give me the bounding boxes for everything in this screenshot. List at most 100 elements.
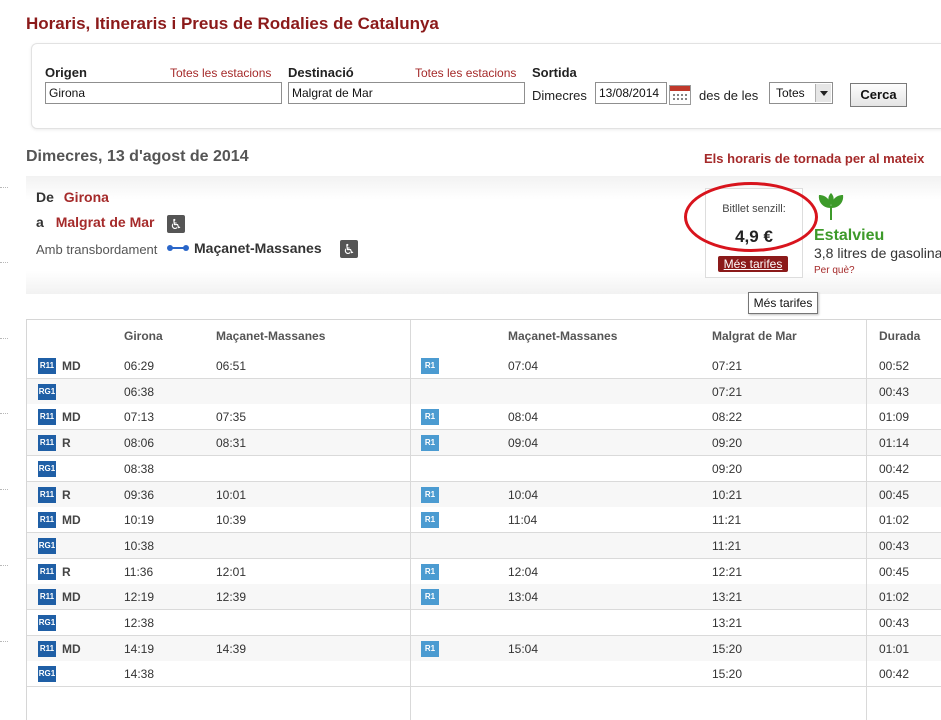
table-row[interactable]: R11 MD 06:29 06:51 R1 07:04 07:21 00:52 (27, 353, 941, 379)
line-badge-transfer: R1 (421, 589, 439, 606)
duration: 01:14 (879, 436, 910, 451)
wheelchair-icon: ♿ (167, 215, 185, 233)
route-from-prefix: De (36, 189, 54, 205)
line-badge: RG1 (38, 537, 56, 554)
duration: 01:09 (879, 410, 910, 425)
search-panel: Origen Totes les estacions Girona Destin… (31, 43, 941, 129)
transfer-departure-time: 15:04 (508, 641, 539, 656)
date-input[interactable]: 13/08/2014 (595, 82, 667, 104)
duration: 00:42 (879, 667, 910, 682)
line-badge: R11 (38, 563, 56, 580)
search-button[interactable]: Cerca (850, 83, 907, 107)
departure-time: 07:13 (124, 410, 155, 425)
time-select[interactable]: Totes (769, 82, 833, 104)
line-badge-transfer: R1 (421, 409, 439, 426)
margin-dash (0, 338, 8, 339)
train-type: MD (62, 590, 81, 605)
duration: 00:43 (879, 616, 910, 630)
line-badge: R11 (38, 358, 56, 374)
table-row[interactable]: RG1 12:38 13:21 00:43 (27, 610, 941, 636)
departure-time: 11:36 (124, 564, 154, 579)
line-badge-transfer: R1 (421, 512, 439, 529)
calendar-icon[interactable] (669, 85, 691, 105)
route-from-station[interactable]: Girona (64, 189, 109, 205)
more-fares-button[interactable]: Més tarifes (718, 256, 788, 272)
table-row[interactable]: RG1 08:38 09:20 00:42 (27, 455, 941, 482)
col-header-transfer-arrival: Maçanet-Massanes (216, 329, 326, 343)
duration: 00:42 (879, 461, 910, 476)
chevron-down-icon[interactable] (815, 84, 831, 102)
table-row[interactable]: RG1 06:38 07:21 00:43 (27, 378, 941, 405)
table-row[interactable]: R11 MD 07:13 07:35 R1 08:04 08:22 01:09 (27, 404, 941, 431)
arrival-time: 13:21 (712, 616, 743, 630)
table-row[interactable]: RG1 14:38 15:20 00:42 (27, 661, 941, 688)
transfer-departure-time: 11:04 (508, 513, 538, 528)
destination-input[interactable]: Malgrat de Mar (288, 82, 525, 104)
arrival-time: 07:21 (712, 359, 743, 373)
margin-dash (0, 565, 8, 566)
arrival-time: 11:21 (712, 538, 742, 553)
duration: 00:43 (879, 384, 910, 399)
duration: 00:45 (879, 487, 910, 502)
line-badge: R11 (38, 512, 56, 529)
line-badge-transfer: R1 (421, 358, 439, 374)
table-row[interactable]: R11 MD 10:19 10:39 R1 11:04 11:21 01:02 (27, 507, 941, 534)
table-row[interactable]: R11 MD 12:19 12:39 R1 13:04 13:21 01:02 (27, 584, 941, 611)
arrival-time: 11:21 (712, 513, 742, 528)
transfer-departure-time: 08:04 (508, 410, 539, 425)
column-divider (866, 320, 867, 720)
margin-dash (0, 262, 8, 263)
arrival-time: 13:21 (712, 590, 743, 605)
transfer-label: Amb transbordament (36, 242, 158, 257)
page-title: Horaris, Itineraris i Preus de Rodalies … (26, 14, 439, 33)
transfer-arrival-time: 08:31 (216, 436, 247, 451)
origin-label: Origen (45, 65, 87, 80)
transfer-connection-icon (167, 244, 189, 252)
table-row[interactable]: R11 MD 14:19 14:39 R1 15:04 15:20 01:01 (27, 635, 941, 662)
train-type: R (62, 564, 71, 579)
wheelchair-icon: ♿ (340, 240, 358, 258)
arrival-time: 09:20 (712, 436, 743, 451)
train-type: MD (62, 359, 81, 373)
return-schedule-link[interactable]: Els horaris de tornada per al mateix (704, 151, 924, 166)
route-to-station[interactable]: Malgrat de Mar (56, 214, 155, 230)
arrival-time: 12:21 (712, 564, 743, 579)
departure-time: 12:38 (124, 616, 155, 630)
train-type: R (62, 487, 71, 502)
origin-input[interactable]: Girona (45, 82, 282, 104)
departure-time: 09:36 (124, 487, 155, 502)
table-row[interactable]: R11 R 08:06 08:31 R1 09:04 09:20 01:14 (27, 430, 941, 457)
calendar-grid (672, 93, 688, 102)
departure-time: 12:19 (124, 590, 155, 605)
col-header-origin: Girona (124, 329, 163, 343)
col-header-destination: Malgrat de Mar (712, 329, 797, 343)
route-from: De Girona (36, 189, 109, 205)
eco-savings-text: 3,8 litres de gasolina (814, 245, 941, 261)
line-badge: RG1 (38, 383, 56, 400)
eco-why-link[interactable]: Per què? (814, 265, 855, 276)
destination-all-stations-link[interactable]: Totes les estacions (415, 66, 516, 80)
col-header-duration: Durada (879, 329, 921, 343)
margin-dash (0, 489, 8, 490)
margin-dash (0, 187, 8, 188)
timetable: Girona Maçanet-Massanes Maçanet-Massanes… (26, 319, 941, 720)
highlight-circle (684, 182, 818, 252)
departure-time: 06:38 (124, 384, 155, 399)
eco-title: Estalvieu (814, 227, 885, 244)
table-row[interactable]: R11 R 11:36 12:01 R1 12:04 12:21 00:45 (27, 558, 941, 585)
line-badge-transfer: R1 (421, 640, 439, 657)
duration: 01:02 (879, 590, 910, 605)
table-row[interactable]: R11 R 09:36 10:01 R1 10:04 10:21 00:45 (27, 481, 941, 508)
column-divider (410, 320, 411, 720)
more-fares-tooltip: Més tarifes (748, 292, 818, 314)
table-row[interactable]: RG1 10:38 11:21 00:43 (27, 532, 941, 559)
transfer-arrival-time: 06:51 (216, 359, 247, 373)
col-header-transfer-departure: Maçanet-Massanes (508, 329, 618, 343)
calendar-header (670, 86, 690, 91)
arrival-time: 09:20 (712, 461, 743, 476)
timetable-header: Girona Maçanet-Massanes Maçanet-Massanes… (27, 320, 941, 352)
origin-all-stations-link[interactable]: Totes les estacions (170, 66, 271, 80)
duration: 01:01 (879, 641, 910, 656)
departure-time: 10:38 (124, 538, 155, 553)
transfer-arrival-time: 10:01 (216, 487, 247, 502)
